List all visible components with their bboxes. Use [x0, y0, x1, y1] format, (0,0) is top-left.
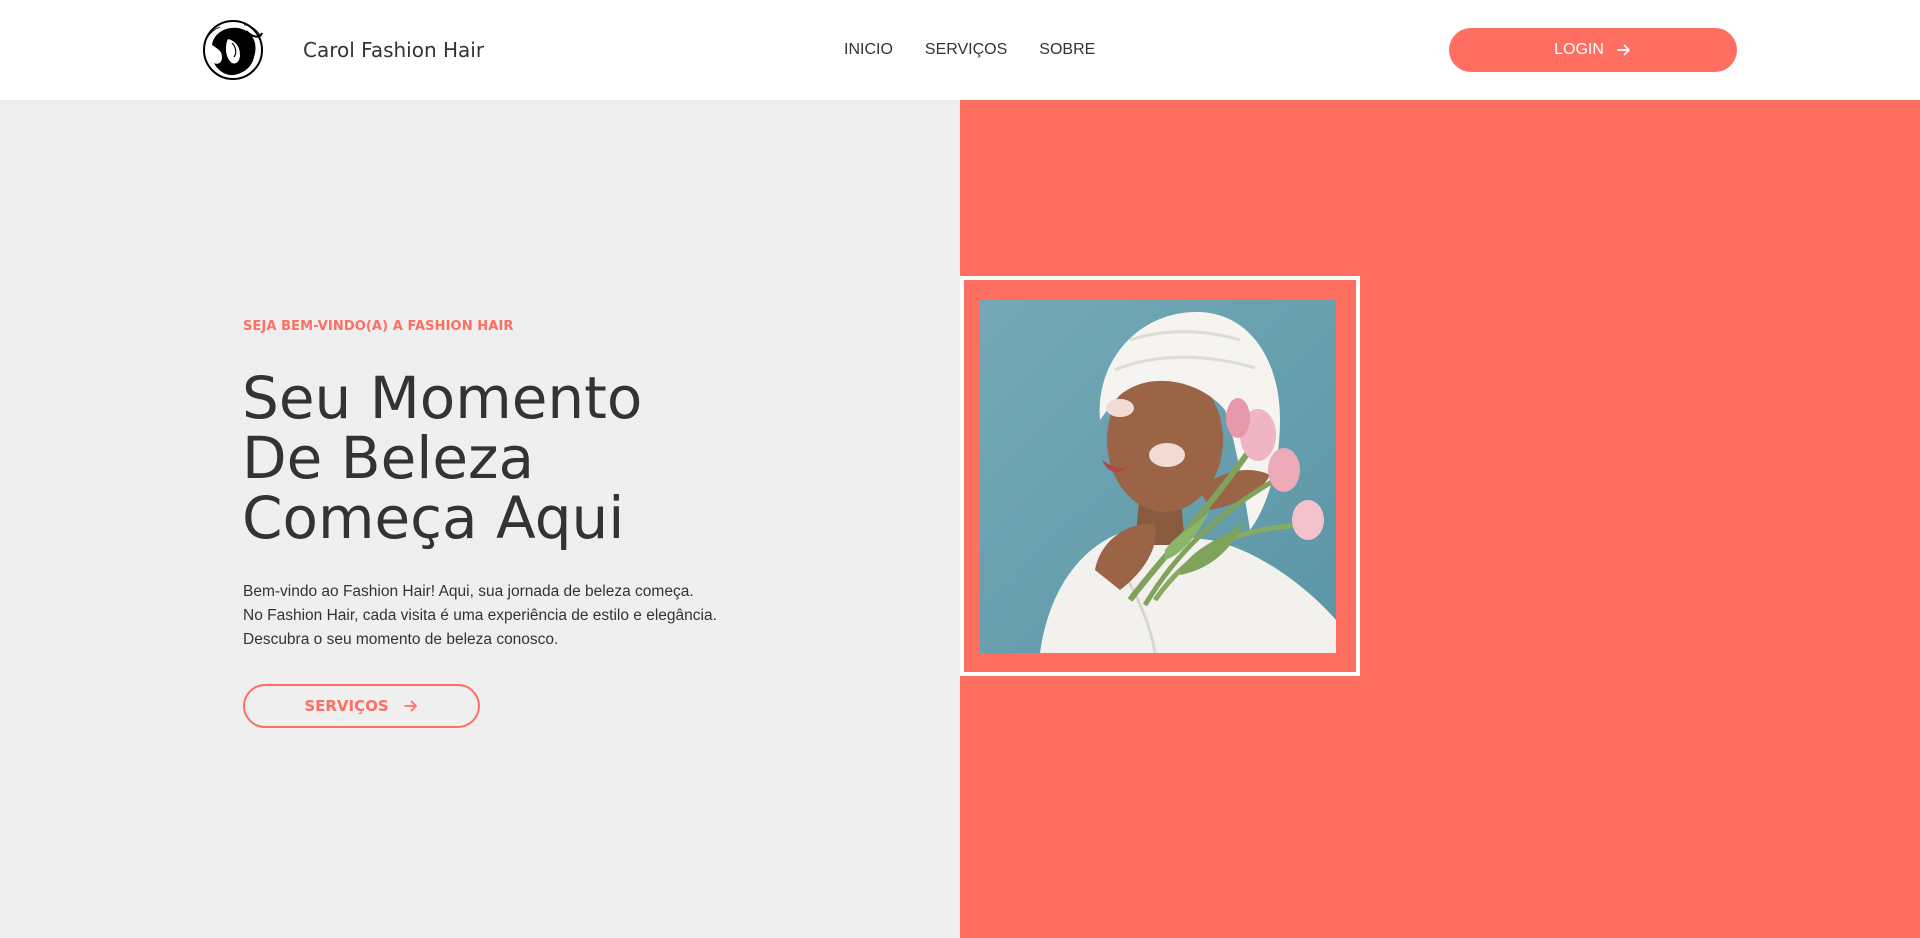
headline-line: Começa Aqui: [242, 484, 625, 552]
login-button-label: LOGIN: [1554, 41, 1604, 58]
description-line: No Fashion Hair, cada visita é uma exper…: [243, 607, 717, 624]
description-line: Descubra o seu momento de beleza conosco…: [243, 631, 559, 648]
arrow-right-icon: [1616, 44, 1630, 56]
headline-line: De Beleza: [242, 424, 535, 492]
nav-item-servicos[interactable]: SERVIÇOS: [925, 40, 1007, 60]
services-button[interactable]: SERVIÇOS: [243, 684, 480, 728]
site-header: Carol Fashion Hair INICIO SERVIÇOS SOBRE…: [0, 0, 1920, 100]
login-button[interactable]: LOGIN: [1449, 28, 1737, 72]
headline-line: Seu Momento: [242, 364, 643, 432]
description-line: Bem-vindo ao Fashion Hair! Aqui, sua jor…: [243, 583, 694, 600]
hero-kicker: SEJA BEM-VINDO(A) A FASHION HAIR: [243, 319, 514, 334]
hero-headline: Seu Momento De Beleza Começa Aqui: [242, 368, 762, 548]
nav-item-sobre[interactable]: SOBRE: [1039, 40, 1095, 60]
services-button-label: SERVIÇOS: [304, 697, 389, 715]
nav-item-inicio[interactable]: INICIO: [844, 40, 893, 60]
brand-name[interactable]: Carol Fashion Hair: [303, 37, 484, 63]
brand-logo-icon[interactable]: [200, 17, 266, 81]
hero-description: Bem-vindo ao Fashion Hair! Aqui, sua jor…: [243, 580, 763, 652]
main-nav: INICIO SERVIÇOS SOBRE: [844, 40, 1095, 60]
woman-with-towel-and-tulips-photo: [980, 300, 1336, 653]
arrow-right-icon: [403, 700, 417, 712]
